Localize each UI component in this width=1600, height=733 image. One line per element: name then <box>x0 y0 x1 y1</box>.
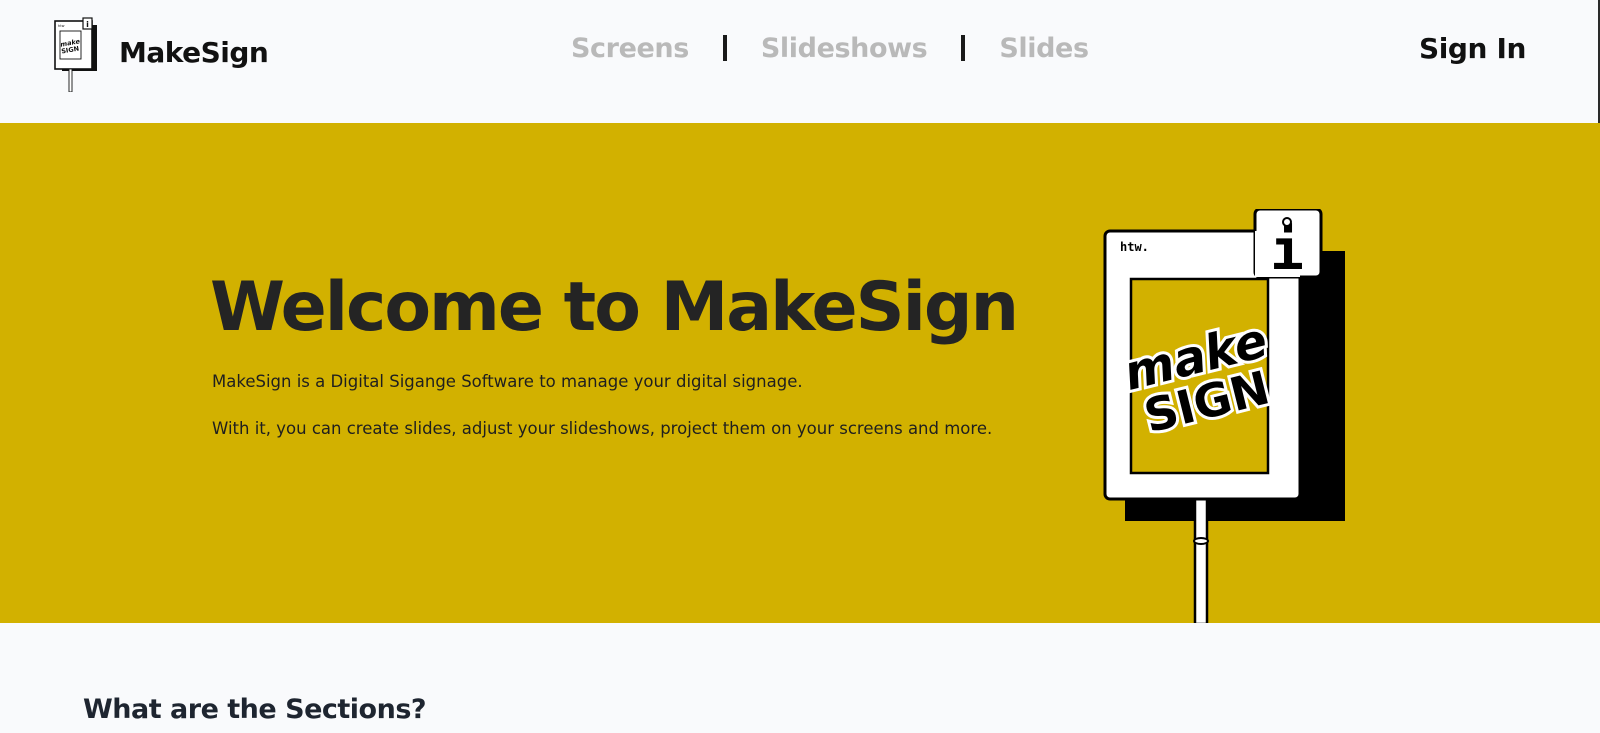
site-header: i htw make SIGN MakeSign Screens Slidesh… <box>0 0 1600 123</box>
nav-link-slideshows[interactable]: Slideshows <box>761 33 928 64</box>
hero-description: MakeSign is a Digital Sigange Software t… <box>212 372 803 391</box>
hero-title: Welcome to MakeSign <box>210 268 1019 347</box>
hero-description-more: With it, you can create slides, adjust y… <box>212 419 993 438</box>
brand-name: MakeSign <box>119 36 269 69</box>
makesign-logo-icon: i htw make SIGN <box>54 17 97 92</box>
sections-heading: What are the Sections? <box>83 694 427 725</box>
svg-text:htw: htw <box>58 24 65 28</box>
signpost-illustration-icon: i htw. make SIGN <box>1103 209 1345 623</box>
brand-home-link[interactable]: i htw make SIGN MakeSign <box>52 16 269 92</box>
sign-corner-text: htw. <box>1120 240 1149 254</box>
nav-link-slides[interactable]: Slides <box>999 33 1089 64</box>
main-nav: Screens Slideshows Slides <box>571 28 1089 68</box>
nav-separator <box>722 35 727 61</box>
hero-section: Welcome to MakeSign MakeSign is a Digita… <box>0 123 1600 623</box>
sign-in-link[interactable]: Sign In <box>1419 32 1526 65</box>
nav-separator <box>961 35 966 61</box>
info-glyph: i <box>1270 218 1304 283</box>
nav-link-screens[interactable]: Screens <box>571 33 689 64</box>
svg-text:i: i <box>86 20 89 29</box>
